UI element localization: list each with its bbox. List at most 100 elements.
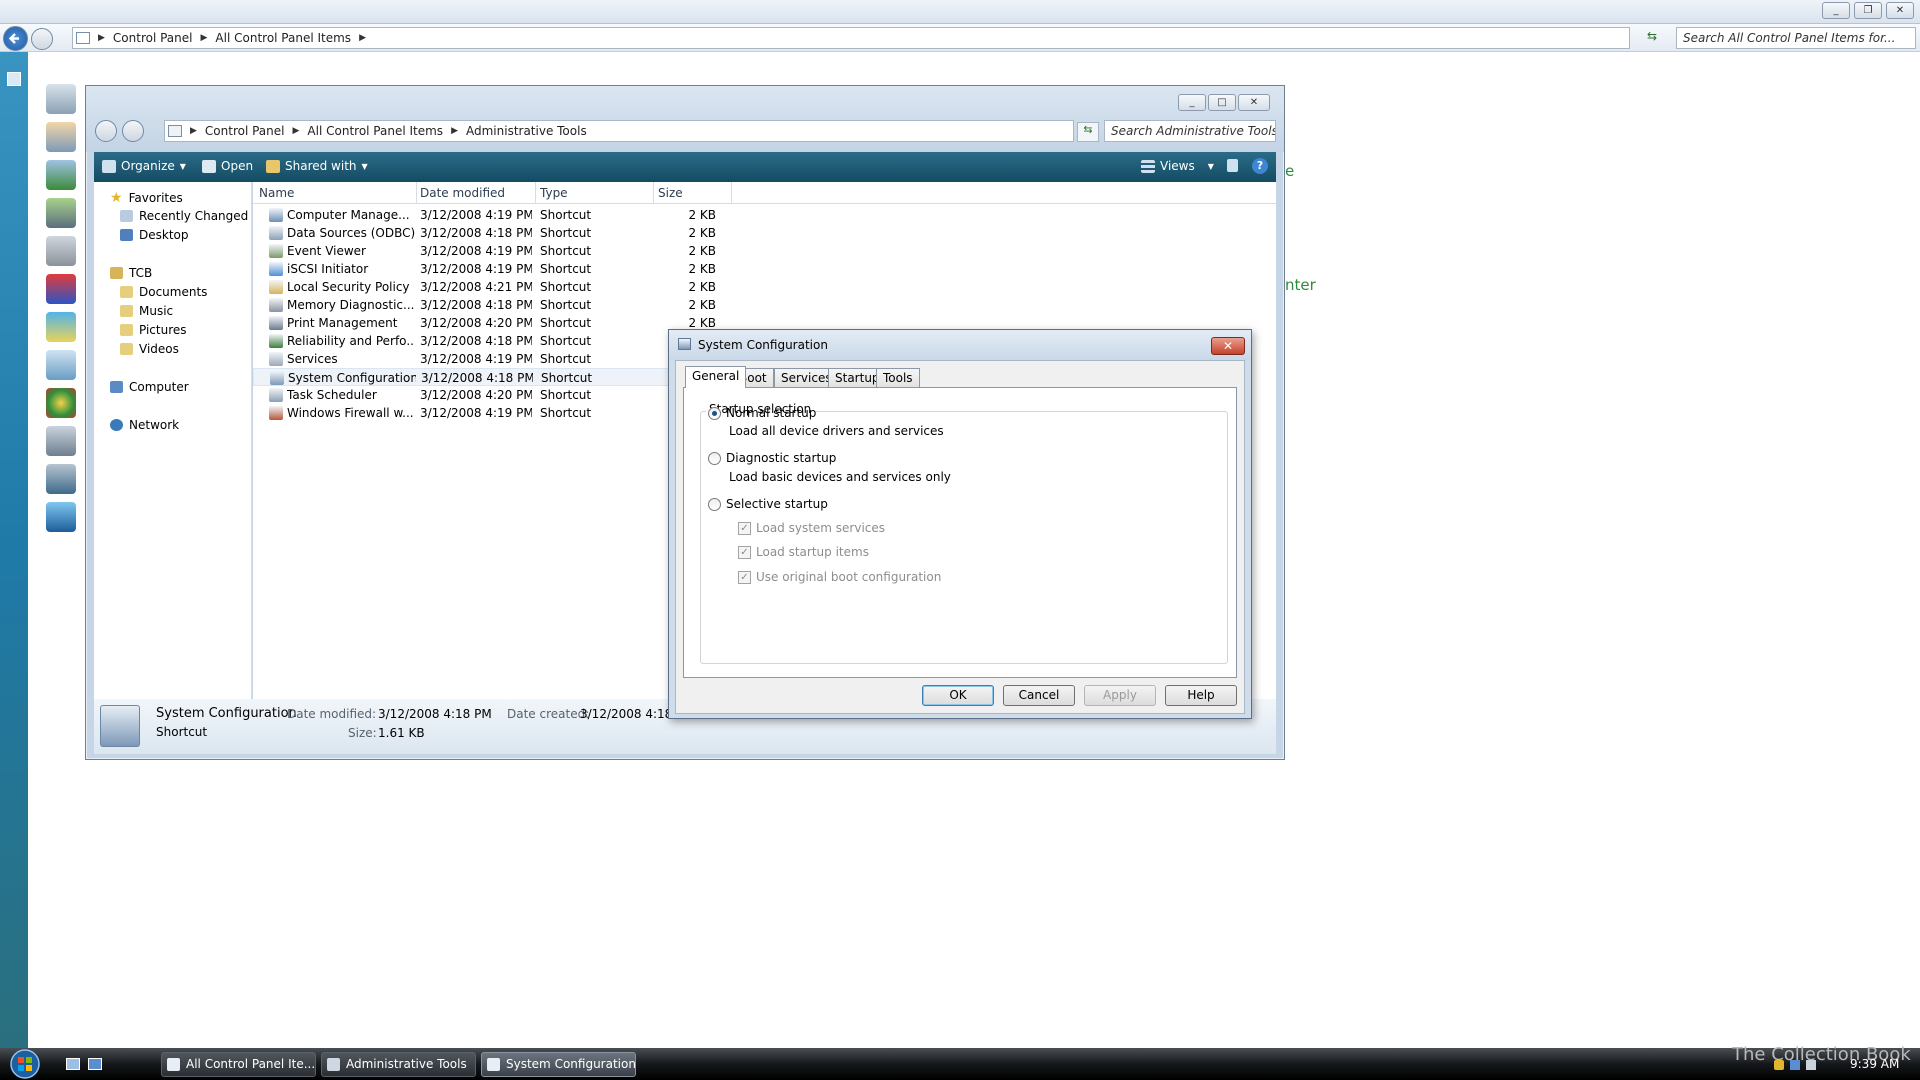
start-button[interactable]	[6, 1048, 48, 1080]
diagnostic-startup-radio[interactable]	[708, 452, 721, 465]
cp-icon-10[interactable]	[46, 426, 76, 456]
breadcrumb-all-items[interactable]: All Control Panel Items	[215, 31, 351, 45]
partial-link-text[interactable]: nter	[1285, 276, 1316, 294]
nav-pictures[interactable]: Pictures	[120, 323, 187, 337]
normal-startup-label[interactable]: Normal startup	[726, 406, 816, 420]
checkmark-icon[interactable]: ✓	[738, 571, 751, 584]
forward-button[interactable]	[122, 120, 144, 142]
open-button[interactable]: Open	[202, 159, 253, 173]
breadcrumb-all-items[interactable]: All Control Panel Items	[307, 124, 443, 138]
dialog-close-button[interactable]: ✕	[1211, 337, 1245, 355]
table-row[interactable]: Computer Manage... 3/12/2008 4:19 PM Short…	[253, 206, 716, 224]
refresh-icon[interactable]: ⇆	[1077, 122, 1099, 142]
breadcrumb-administrative-tools[interactable]: Administrative Tools	[466, 124, 587, 138]
taskbar-item-control-panel[interactable]: All Control Panel Ite...	[161, 1052, 316, 1077]
column-size[interactable]: Size	[658, 186, 683, 200]
checkmark-icon[interactable]: ✓	[738, 546, 751, 559]
cp-icon-11[interactable]	[46, 464, 76, 494]
ok-button[interactable]: OK	[922, 685, 994, 706]
breadcrumb-control-panel[interactable]: Control Panel	[113, 31, 193, 45]
security-icon[interactable]	[1774, 1060, 1784, 1070]
cp-icon-1[interactable]	[46, 84, 76, 114]
cp-icon-12[interactable]	[46, 502, 76, 532]
outer-refresh-icon[interactable]: ⇆	[1637, 29, 1667, 49]
views-button[interactable]: Views ▼	[1141, 159, 1214, 173]
table-row[interactable]: Reliability and Perfo... 3/12/2008 4:18 P…	[253, 332, 673, 350]
cp-icon-8[interactable]	[46, 350, 76, 380]
cp-icon-4[interactable]	[46, 198, 76, 228]
table-row[interactable]: Task Scheduler 3/12/2008 4:20 PM Shortcut	[253, 386, 673, 404]
nav-network[interactable]: Network	[110, 418, 179, 432]
table-row[interactable]: Event Viewer 3/12/2008 4:19 PM Shortcut 2 K…	[253, 242, 716, 260]
cp-icon-3[interactable]	[46, 160, 76, 190]
show-desktop-icon[interactable]	[66, 1058, 80, 1070]
nav-recently-changed[interactable]: Recently Changed	[120, 209, 248, 223]
selective-startup-label[interactable]: Selective startup	[726, 497, 828, 511]
outer-forward-button[interactable]	[31, 28, 53, 50]
organize-button[interactable]: Organize ▼	[102, 159, 186, 173]
cp-icon-2[interactable]	[46, 122, 76, 152]
cp-icon-7[interactable]	[46, 312, 76, 342]
nav-desktop[interactable]: Desktop	[120, 228, 189, 242]
selective-startup-radio[interactable]	[708, 498, 721, 511]
outer-close-button[interactable]: ✕	[1886, 2, 1914, 19]
taskbar-item-administrative-tools[interactable]: Administrative Tools	[321, 1052, 476, 1077]
table-row[interactable]: Data Sources (ODBC) 3/12/2008 4:18 PM Shor…	[253, 224, 716, 242]
partial-link-text[interactable]: e	[1285, 162, 1294, 180]
help-button[interactable]: ?	[1252, 158, 1268, 174]
diagnostic-startup-label[interactable]: Diagnostic startup	[726, 451, 836, 465]
general-tab-panel: Startup selection Normal startup Load al…	[683, 387, 1237, 678]
tab-tools[interactable]: Tools	[876, 368, 920, 387]
outer-restore-button[interactable]: ❐	[1854, 2, 1882, 19]
nav-music[interactable]: Music	[120, 304, 173, 318]
nav-computer[interactable]: Computer	[110, 380, 189, 394]
maximize-button[interactable]: □	[1208, 94, 1236, 111]
table-row[interactable]: iSCSI Initiator 3/12/2008 4:19 PM Shortcut…	[253, 260, 716, 278]
shared-with-button[interactable]: Shared with ▼	[266, 159, 368, 173]
taskbar-item-system-configuration[interactable]: System Configuration	[481, 1052, 636, 1077]
close-button[interactable]: ✕	[1238, 94, 1270, 111]
normal-startup-radio[interactable]	[708, 407, 721, 420]
network-tray-icon[interactable]	[1790, 1060, 1800, 1070]
preview-pane-button[interactable]	[1227, 159, 1238, 172]
load-system-services-checkbox[interactable]: Load system services	[756, 521, 885, 535]
chevron-down-icon: ▼	[361, 161, 368, 171]
cp-icon-9[interactable]	[46, 388, 76, 418]
table-row[interactable]: System Configuration 3/12/2008 4:18 PM Sho…	[253, 368, 673, 386]
cancel-button[interactable]: Cancel	[1003, 685, 1075, 706]
breadcrumb[interactable]: ▶ Control Panel ▶ All Control Panel Item…	[164, 120, 1074, 142]
table-row[interactable]: Local Security Policy 3/12/2008 4:21 PM Sh…	[253, 278, 716, 296]
row-date: 3/12/2008 4:19 PM	[420, 262, 532, 276]
apply-button[interactable]: Apply	[1084, 685, 1156, 706]
outer-breadcrumb[interactable]: ▶ Control Panel ▶ All Control Panel Item…	[72, 27, 1630, 49]
clock[interactable]: 9:39 AM	[1850, 1057, 1899, 1071]
outer-minimize-button[interactable]: _	[1822, 2, 1850, 19]
breadcrumb-control-panel[interactable]: Control Panel	[205, 124, 285, 138]
nav-favorites[interactable]: ★ Favorites	[110, 190, 183, 206]
cp-icon-6[interactable]	[46, 274, 76, 304]
volume-icon[interactable]	[1806, 1060, 1816, 1070]
nav-documents[interactable]: Documents	[120, 285, 207, 299]
table-row[interactable]: Print Management 3/12/2008 4:20 PM Shortcu…	[253, 314, 716, 332]
load-startup-items-checkbox[interactable]: Load startup items	[756, 545, 869, 559]
checkmark-icon[interactable]: ✓	[738, 522, 751, 535]
nav-videos[interactable]: Videos	[120, 342, 179, 356]
search-input[interactable]: Search Administrative Tools for...	[1104, 120, 1276, 142]
tab-general[interactable]: General	[685, 366, 747, 388]
column-date-modified[interactable]: Date modified	[420, 186, 505, 200]
table-row[interactable]: Windows Firewall w... 3/12/2008 4:19 PM Sh…	[253, 404, 673, 422]
cp-icon-5[interactable]	[46, 236, 76, 266]
column-type[interactable]: Type	[540, 186, 568, 200]
table-row[interactable]: Services 3/12/2008 4:19 PM Shortcut	[253, 350, 673, 368]
nav-tcb[interactable]: TCB	[110, 266, 152, 280]
column-name[interactable]: Name	[259, 186, 294, 200]
outer-back-button[interactable]	[3, 26, 28, 51]
help-button[interactable]: Help	[1165, 685, 1237, 706]
sidebar-gadget-icon[interactable]	[7, 72, 21, 86]
outer-search-input[interactable]: Search All Control Panel Items for...	[1676, 27, 1916, 49]
use-original-boot-config-checkbox[interactable]: Use original boot configuration	[756, 570, 941, 584]
minimize-button[interactable]: _	[1178, 94, 1206, 111]
table-row[interactable]: Memory Diagnostic... 3/12/2008 4:18 PM Sho…	[253, 296, 716, 314]
switch-windows-icon[interactable]	[88, 1058, 102, 1070]
back-button[interactable]	[95, 120, 117, 142]
